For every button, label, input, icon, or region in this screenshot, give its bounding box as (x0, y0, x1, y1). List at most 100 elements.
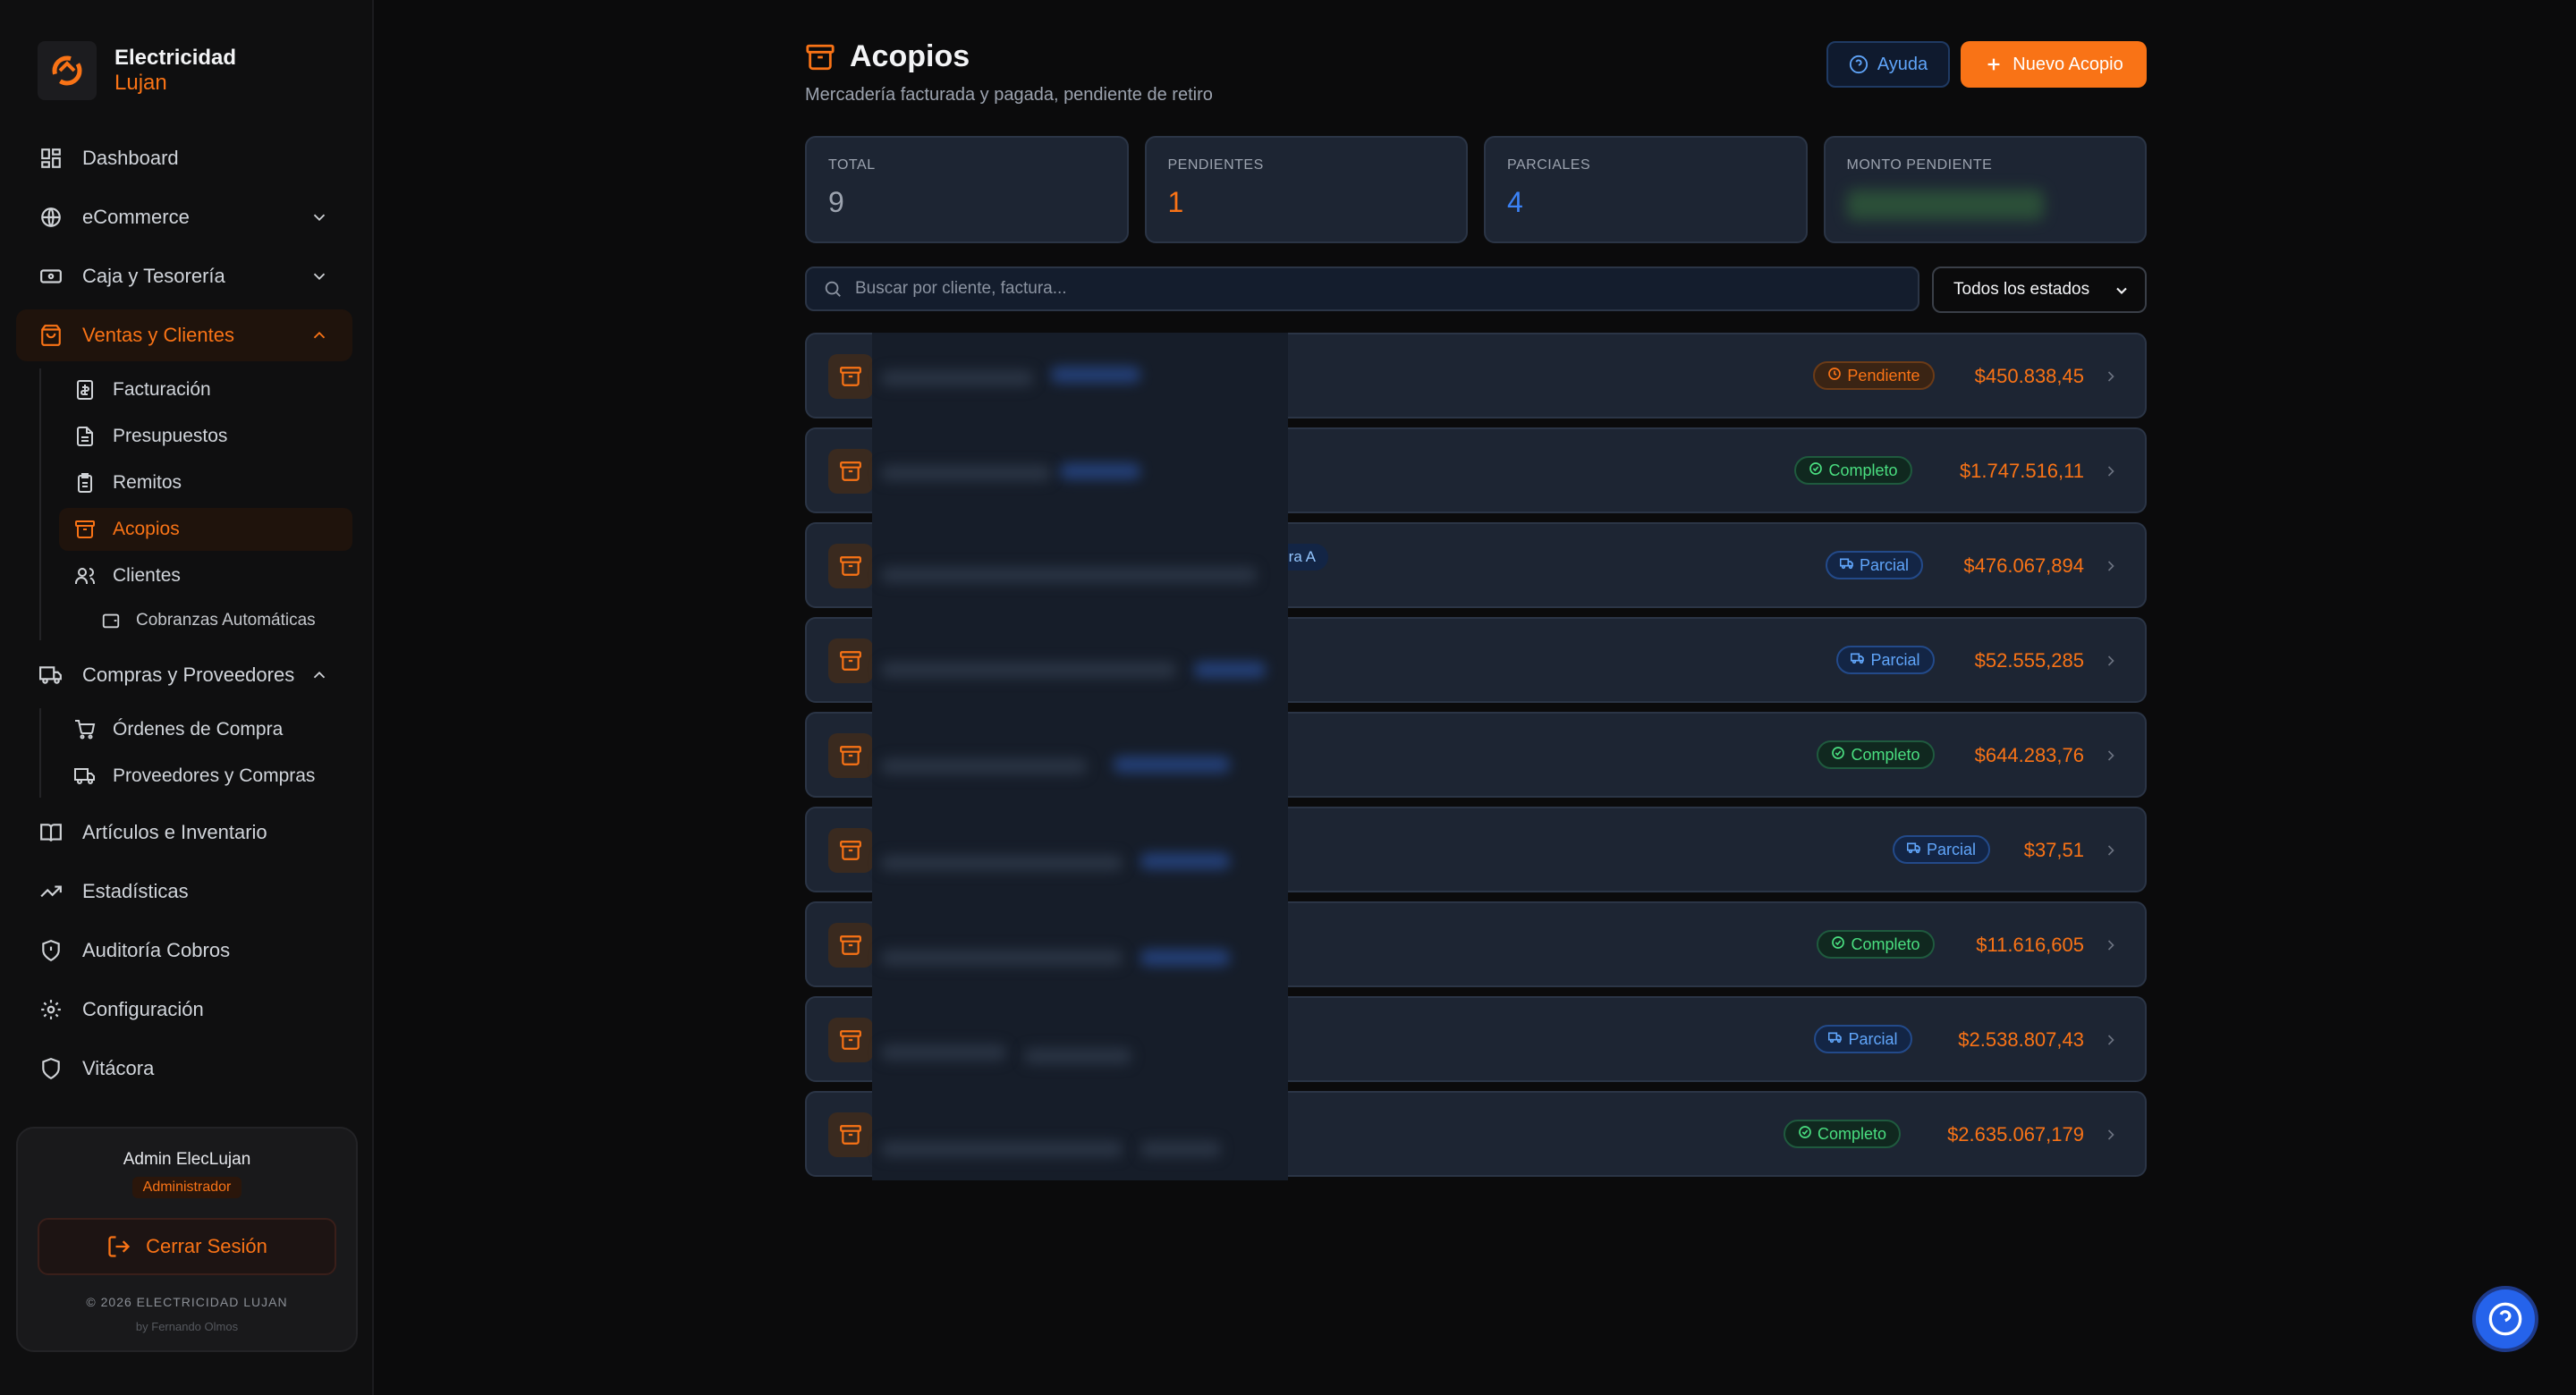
help-button[interactable]: Ayuda (1826, 41, 1950, 88)
chevron-right-icon (2107, 750, 2114, 761)
sidebar-item-auditoria[interactable]: Auditoría Cobros (16, 925, 352, 976)
search-bar[interactable] (805, 266, 1919, 311)
main-nav: Dashboard eCommerce Caja y Tesorería Ven… (16, 132, 352, 1102)
sidebar-item-articulos[interactable]: Artículos e Inventario (16, 807, 352, 858)
shield-icon (38, 1055, 64, 1082)
chevron-up-icon (313, 671, 326, 679)
chevron-down-icon (313, 273, 326, 281)
status-badge: Completo (1794, 456, 1912, 485)
sidebar-item-proveedores[interactable]: Proveedores y Compras (59, 755, 352, 798)
cash-icon (38, 263, 64, 290)
stat-label: TOTAL (828, 157, 876, 173)
new-acopio-button[interactable]: Nuevo Acopio (1961, 41, 2147, 88)
cart-icon (73, 718, 97, 741)
chevron-right-icon (2107, 371, 2114, 382)
sidebar-item-caja[interactable]: Caja y Tesorería (16, 250, 352, 302)
page-title: Acopios (850, 39, 970, 73)
stats-row: TOTAL 9 PENDIENTES 1 PARCIALES 4 MONTO P… (805, 136, 2147, 243)
chevron-down-icon (313, 214, 326, 222)
dashboard-icon (38, 145, 64, 172)
sidebar-item-label: Presupuestos (113, 426, 228, 446)
brand-logo-icon (38, 41, 97, 100)
sidebar-item-cobranzas[interactable]: Cobranzas Automáticas (100, 601, 352, 640)
stat-value: 1 (1167, 186, 1184, 218)
sidebar-item-vitacora[interactable]: Vitácora (16, 1043, 352, 1095)
new-acopio-label: Nuevo Acopio (2012, 54, 2123, 74)
stat-card-parciales: PARCIALES 4 (1484, 136, 1808, 243)
globe-icon (38, 204, 64, 231)
chevron-up-icon (313, 331, 326, 339)
chevron-right-icon (2107, 845, 2114, 856)
check-circle-icon (1798, 1125, 1818, 1144)
logout-button[interactable]: Cerrar Sesión (38, 1218, 336, 1275)
sidebar-item-ordenes[interactable]: Órdenes de Compra (59, 708, 352, 751)
sidebar-item-configuracion[interactable]: Configuración (16, 984, 352, 1036)
row-amount: $37,51 (2023, 839, 2084, 861)
byline: by Fernando Olmos (135, 1320, 239, 1333)
status-label: Pendiente (1847, 366, 1920, 385)
sidebar-item-label: Acopios (113, 519, 180, 539)
copyright: © 2026 ELECTRICIDAD LUJAN (86, 1295, 288, 1309)
sidebar-item-compras[interactable]: Compras y Proveedores (16, 649, 352, 701)
logout-label: Cerrar Sesión (146, 1235, 267, 1257)
check-circle-icon (1831, 935, 1851, 954)
row-amount: $2.538.807,43 (1958, 1028, 2084, 1051)
brand[interactable]: Electricidad Lujan (38, 41, 236, 100)
search-icon (825, 281, 841, 297)
redacted-area (872, 333, 1288, 1180)
sidebar-item-acopios[interactable]: Acopios (59, 508, 352, 551)
row-amount: $11.616,605 (1976, 934, 2084, 956)
stat-label: MONTO PENDIENTE (1846, 157, 1993, 173)
sidebar-item-presupuestos[interactable]: Presupuestos (59, 415, 352, 458)
archive-icon (828, 638, 873, 683)
sidebar-item-label: Vitácora (82, 1057, 155, 1079)
archive-icon (828, 923, 873, 968)
stat-label: PARCIALES (1507, 157, 1591, 173)
status-badge: Completo (1817, 930, 1935, 959)
status-filter-select[interactable]: Todos los estados (1932, 266, 2147, 313)
truck-icon (73, 765, 97, 788)
status-label: Completo (1828, 461, 1898, 479)
chevron-right-icon (2107, 655, 2114, 666)
sidebar-item-label: Compras y Proveedores (82, 664, 295, 686)
stat-value: 4 (1507, 186, 1523, 218)
archive-icon (828, 354, 873, 399)
sidebar-item-clientes[interactable]: Clientes (59, 554, 352, 597)
row-amount: $1.747.516,11 (1959, 460, 2084, 482)
search-input[interactable] (855, 279, 1918, 299)
users-icon (73, 564, 97, 588)
sidebar-item-estadisticas[interactable]: Estadísticas (16, 866, 352, 917)
truck-icon (1851, 651, 1870, 670)
archive-icon (828, 733, 873, 778)
check-circle-icon (1809, 461, 1828, 480)
sidebar-item-label: eCommerce (82, 206, 190, 228)
chevron-right-icon (2107, 466, 2114, 477)
row-amount: $476.067,894 (1963, 554, 2084, 577)
status-label: Parcial (1848, 1029, 1898, 1048)
truck-icon (38, 662, 64, 689)
chevron-right-icon (2107, 1129, 2114, 1140)
sidebar-item-label: Artículos e Inventario (82, 821, 267, 843)
sidebar-item-label: Facturación (113, 379, 211, 400)
sidebar-item-label: Caja y Tesorería (82, 265, 225, 287)
document-icon (73, 425, 97, 448)
status-badge: Pendiente (1813, 361, 1935, 390)
status-label: Parcial (1926, 840, 1976, 858)
page-header: Acopios Mercadería facturada y pagada, p… (805, 39, 1213, 106)
help-fab-button[interactable] (2472, 1286, 2538, 1352)
sidebar-item-dashboard[interactable]: Dashboard (16, 132, 352, 184)
plus-icon (1987, 58, 2000, 71)
sidebar-item-facturacion[interactable]: Facturación (59, 368, 352, 411)
brand-name: Electricidad (114, 46, 237, 70)
sidebar-item-remitos[interactable]: Remitos (59, 461, 352, 504)
clock-icon (1827, 367, 1847, 385)
sidebar-item-label: Remitos (113, 472, 182, 493)
compras-submenu: Órdenes de Compra Proveedores y Compras (39, 708, 352, 798)
status-badge: Parcial (1814, 1025, 1912, 1053)
sidebar-item-ecommerce[interactable]: eCommerce (16, 191, 352, 243)
status-badge: Completo (1783, 1120, 1901, 1148)
status-label: Parcial (1859, 555, 1909, 574)
sidebar-item-label: Proveedores y Compras (113, 765, 316, 786)
archive-icon (73, 518, 97, 541)
sidebar-item-ventas[interactable]: Ventas y Clientes (16, 309, 352, 361)
